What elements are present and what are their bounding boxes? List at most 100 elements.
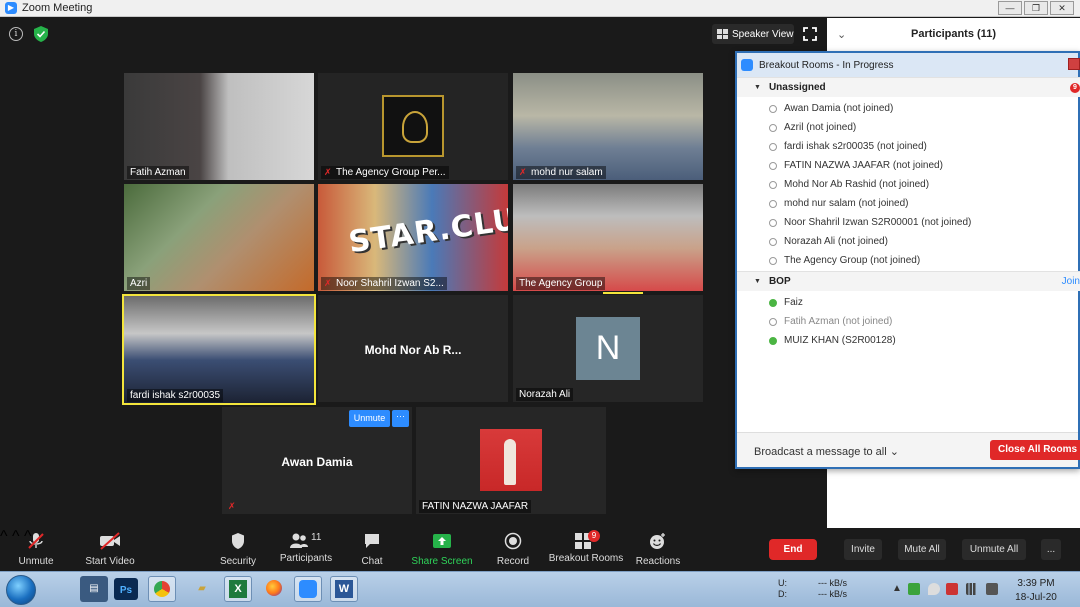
breakout-rooms-label: Breakout Rooms <box>548 553 624 564</box>
status-dot-icon <box>769 180 777 189</box>
unmute-participant-button[interactable]: Unmute <box>349 410 390 427</box>
list-item[interactable]: Noor Shahril Izwan S2R00001 (not joined) <box>769 213 971 232</box>
signal-strength-icon[interactable] <box>966 583 978 595</box>
word-icon[interactable]: W <box>330 576 358 602</box>
video-tile[interactable]: ✗ The Agency Group Per... <box>318 73 508 180</box>
participant-name: The Agency Group <box>516 277 606 290</box>
unmute-all-button[interactable]: Unmute All <box>962 539 1026 560</box>
more-options-button[interactable]: ··· <box>392 410 409 427</box>
chrome-icon[interactable] <box>148 576 176 602</box>
participant-name-center: Awan Damia <box>281 455 353 469</box>
video-tile[interactable]: Mohd Nor Ab R... <box>318 295 508 402</box>
video-tile[interactable]: Azri <box>124 184 314 291</box>
participant-name: ✗ The Agency Group Per... <box>321 166 449 179</box>
list-item[interactable]: Fatih Azman (not joined) <box>769 312 892 331</box>
video-tile[interactable]: FATIN NAZWA JAAFAR <box>416 407 606 514</box>
firefox-icon[interactable] <box>260 576 288 602</box>
volume-icon[interactable] <box>986 583 998 595</box>
status-dot-icon <box>769 104 777 113</box>
meeting-info-icon[interactable]: i <box>9 27 23 41</box>
start-video-label: Start Video <box>85 556 135 567</box>
action-center-flag-icon[interactable] <box>946 583 958 595</box>
minimize-button[interactable]: — <box>998 1 1022 15</box>
participants-button[interactable]: 11 Participants <box>274 532 338 564</box>
close-window-button[interactable]: ✕ <box>1050 1 1074 15</box>
breakout-rooms-button[interactable]: 9 Breakout Rooms <box>547 530 625 564</box>
list-item[interactable]: Mohd Nor Ab Rashid (not joined) <box>769 175 929 194</box>
share-screen-icon <box>433 534 451 548</box>
status-dot-icon <box>769 237 777 246</box>
join-room-link[interactable]: Join <box>1062 276 1080 287</box>
invite-button[interactable]: Invite <box>844 539 882 560</box>
breakout-dialog-footer: Broadcast a message to all ⌄ Close All R… <box>737 432 1080 467</box>
file-explorer-icon[interactable]: ▰ <box>188 576 216 602</box>
record-label: Record <box>496 556 530 567</box>
participant-name: ✗ mohd nur salam <box>516 166 606 179</box>
security-button[interactable]: Security <box>206 532 270 567</box>
list-item[interactable]: The Agency Group (not joined) <box>769 251 920 270</box>
speaker-view-button[interactable]: Speaker View <box>712 24 794 44</box>
more-options-button[interactable]: ... <box>1041 539 1061 560</box>
list-item[interactable]: FATIN NAZWA JAAFAR (not joined) <box>769 156 943 175</box>
unmute-label: Unmute <box>18 556 54 567</box>
list-item[interactable]: Awan Damia (not joined) <box>769 99 893 118</box>
close-dialog-button[interactable] <box>1068 58 1080 70</box>
active-speaker-tile[interactable]: fardi ishak s2r00035 <box>122 294 316 405</box>
room-header-unassigned[interactable]: ▼ Unassigned 9 <box>737 77 1080 97</box>
video-tile[interactable]: Fatih Azman <box>124 73 314 180</box>
status-dot-icon <box>769 161 777 170</box>
video-tile[interactable]: ✗ mohd nur salam <box>513 73 703 180</box>
mic-muted-icon: ✗ <box>519 167 527 177</box>
show-hidden-icons-icon[interactable]: ▲ <box>892 583 902 594</box>
meeting-control-bar: Unmute ^ Start Video ^ Security 11 Parti… <box>0 528 1080 571</box>
mic-muted-icon: ✗ <box>324 167 332 177</box>
meeting-video-area: i Speaker View Fatih Azman ✗ The Agency G… <box>0 18 827 528</box>
record-button[interactable]: Record <box>481 532 545 567</box>
room-name: Unassigned <box>768 82 826 93</box>
reactions-button[interactable]: Reactions <box>626 532 690 567</box>
list-item[interactable]: mohd nur salam (not joined) <box>769 194 909 213</box>
tray-app-icon[interactable] <box>908 583 920 595</box>
end-meeting-button[interactable]: End <box>769 539 817 560</box>
list-item[interactable]: Faiz <box>769 293 803 312</box>
broadcast-message-button[interactable]: Broadcast a message to all ⌄ <box>754 445 899 458</box>
restore-button[interactable]: ❐ <box>1024 1 1048 15</box>
excel-icon[interactable]: X <box>224 576 252 602</box>
video-tile[interactable]: STAR.CLUB ✗ Noor Shahril Izwan S2... <box>318 184 508 291</box>
chat-button[interactable]: Chat <box>340 532 404 567</box>
video-tile[interactable]: The Agency Group <box>513 184 703 291</box>
status-dot-icon <box>769 336 777 345</box>
start-video-button[interactable]: Start Video <box>78 532 142 567</box>
status-dot-icon <box>769 142 777 151</box>
status-dot-icon <box>769 218 777 227</box>
list-item[interactable]: MUIZ KHAN (S2R00128) <box>769 331 896 350</box>
zoom-app-icon: ▶ <box>5 2 17 14</box>
share-screen-button[interactable]: Share Screen <box>410 532 474 567</box>
participant-name: Azri <box>127 277 151 290</box>
clock-time: 3:39 PM <box>1017 578 1055 589</box>
speaker-view-label: Speaker View <box>732 28 794 40</box>
window-title: Zoom Meeting <box>22 2 93 14</box>
close-all-rooms-button[interactable]: Close All Rooms <box>990 440 1080 460</box>
start-menu-button[interactable] <box>6 575 36 605</box>
security-label: Security <box>219 556 257 567</box>
microphone-muted-icon <box>28 533 44 549</box>
status-dot-icon <box>769 256 777 265</box>
mute-all-button[interactable]: Mute All <box>898 539 946 560</box>
room-header-bop[interactable]: ▼ BOP Join <box>737 271 1080 291</box>
video-tile[interactable]: N Norazah Ali <box>513 295 703 402</box>
participants-icon: 11 <box>289 532 323 550</box>
encryption-shield-icon[interactable] <box>34 26 48 42</box>
zoom-taskbar-icon[interactable] <box>294 576 322 602</box>
photoshop-icon[interactable]: Ps <box>114 578 138 600</box>
fullscreen-icon[interactable] <box>803 27 817 41</box>
list-item[interactable]: fardi ishak s2r00035 (not joined) <box>769 137 927 156</box>
system-clock[interactable]: 3:39 PM 18-Jul-20 <box>1012 577 1060 605</box>
mic-muted-icon: ✗ <box>228 501 236 511</box>
mic-muted-icon: ✗ <box>324 278 332 288</box>
tray-drop-icon[interactable] <box>928 583 940 595</box>
unmute-button[interactable]: Unmute <box>4 532 68 567</box>
list-item[interactable]: Norazah Ali (not joined) <box>769 232 888 251</box>
taskbar-app-icon[interactable]: ▤ <box>80 576 108 602</box>
list-item[interactable]: Azril (not joined) <box>769 118 856 137</box>
